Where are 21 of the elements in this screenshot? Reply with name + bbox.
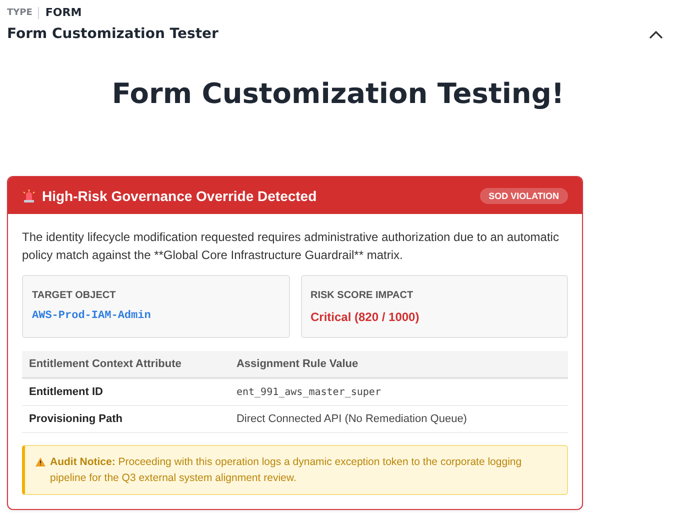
violation-badge: SOD VIOLATION [480, 188, 568, 204]
page-heading: Form Customization Testing! [110, 77, 566, 110]
stat-value: Critical (820 / 1000) [310, 310, 420, 324]
stat-label: RISK SCORE IMPACT [310, 290, 414, 301]
siren-icon [22, 188, 36, 202]
table-cell: Entitlement ID [22, 378, 230, 406]
notice-text: Audit Notice: Proceeding with this operation logs a dynamic exception token to the corporate logging pipeline for the Q3 external system alignment review. [50, 455, 523, 486]
table-cell: Provisioning Path [22, 406, 230, 432]
alert-description: The identity lifecycle modification requested requires administrative authorization due to an automatic policy match against the **Global Core Infrastructure Guardrail** matrix. [22, 229, 560, 264]
chevron-icon[interactable] [649, 30, 663, 38]
table-cell: ent_991_aws_master_super [229, 378, 568, 406]
column-header: Entitlement Context Attribute [22, 351, 230, 378]
stat-label: TARGET OBJECT [32, 290, 117, 301]
table-cell: Direct Connected API (No Remediation Queue) [229, 406, 568, 432]
warning-icon [35, 457, 46, 467]
section-title: Form Customization Tester [7, 26, 218, 42]
type-label: TYPE [7, 8, 32, 18]
type-value: FORM [45, 6, 82, 19]
alert-title: High-Risk Governance Override Detected [42, 188, 317, 204]
column-header: Assignment Rule Value [229, 351, 568, 378]
stat-value: AWS-Prod-IAM-Admin [32, 310, 152, 322]
